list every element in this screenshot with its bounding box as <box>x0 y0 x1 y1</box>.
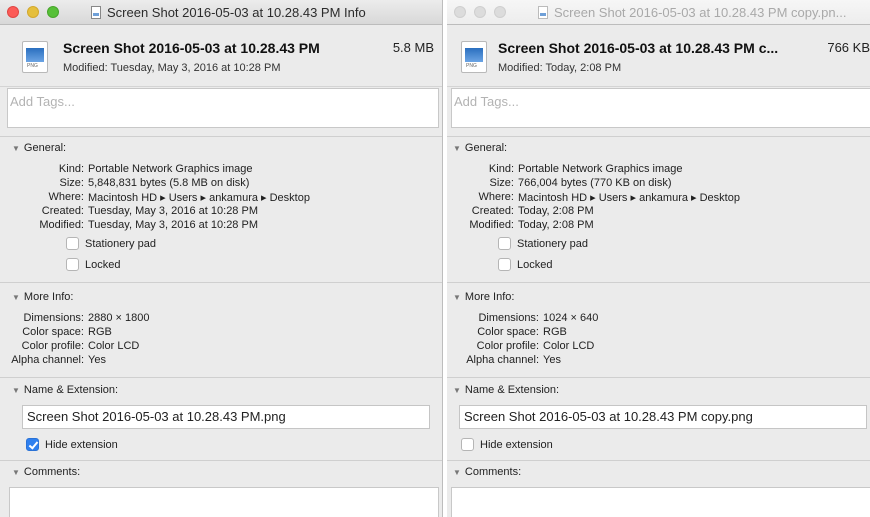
modified-value: Tuesday, May 3, 2016 at 10:28 PM <box>88 219 258 231</box>
general-disclosure[interactable]: ▼ General: <box>12 142 66 154</box>
comments-disclosure[interactable]: ▼ Comments: <box>12 466 80 478</box>
title-bar[interactable]: Screen Shot 2016-05-03 at 10.28.43 PM co… <box>447 0 870 25</box>
size-value: 766,004 bytes (770 KB on disk) <box>518 177 672 189</box>
more-info-section: ▼ More Info: Dimensions: 1024 × 640 Color… <box>447 282 870 377</box>
disclosure-triangle-icon: ▼ <box>12 386 20 395</box>
kind-label: Kind: <box>488 163 514 175</box>
modified-value: Today, 2:08 PM <box>518 219 594 231</box>
dimensions-label: Dimensions: <box>478 312 539 324</box>
zoom-button[interactable] <box>47 6 59 18</box>
tags-input[interactable]: Add Tags... <box>451 88 870 128</box>
hide-extension-checkbox[interactable]: Hide extension <box>26 438 118 451</box>
disclosure-triangle-icon: ▼ <box>453 468 461 477</box>
png-file-icon: PNG <box>461 41 487 73</box>
created-label: Created: <box>471 205 514 217</box>
more-info-section: ▼ More Info: Dimensions: 2880 × 1800 Colo… <box>0 282 442 377</box>
name-extension-field[interactable]: Screen Shot 2016-05-03 at 10.28.43 PM.pn… <box>22 405 430 429</box>
disclosure-triangle-icon: ▼ <box>453 386 461 395</box>
more-info-disclosure[interactable]: ▼ More Info: <box>12 291 73 303</box>
disclosure-triangle-icon: ▼ <box>12 293 20 302</box>
title-bar[interactable]: Screen Shot 2016-05-03 at 10.28.43 PM In… <box>0 0 442 25</box>
locked-checkbox[interactable]: Locked <box>498 258 552 271</box>
modified-date: Modified: Today, 2:08 PM <box>498 62 622 74</box>
modified-label: Modified: <box>39 219 84 231</box>
stationery-checkbox[interactable]: Stationery pad <box>66 237 156 250</box>
file-header: PNG Screen Shot 2016-05-03 at 10.28.43 P… <box>447 25 870 87</box>
alpha-channel-label: Alpha channel: <box>466 354 539 366</box>
minimize-button[interactable] <box>27 6 39 18</box>
color-space-value: RGB <box>543 326 567 338</box>
file-name: Screen Shot 2016-05-03 at 10.28.43 PM <box>63 40 320 56</box>
general-section: ▼ General: Kind: Portable Network Graphic… <box>0 136 442 282</box>
file-name: Screen Shot 2016-05-03 at 10.28.43 PM c.… <box>498 40 779 56</box>
where-value: Macintosh HD ▸ Users ▸ ankamura ▸ Deskto… <box>88 192 310 204</box>
disclosure-triangle-icon: ▼ <box>12 144 20 153</box>
document-icon <box>538 6 548 19</box>
close-button[interactable] <box>7 6 19 18</box>
minimize-button[interactable] <box>474 6 486 18</box>
color-profile-value: Color LCD <box>543 340 595 352</box>
where-value: Macintosh HD ▸ Users ▸ ankamura ▸ Deskto… <box>518 192 740 204</box>
close-button[interactable] <box>454 6 466 18</box>
kind-label: Kind: <box>58 163 84 175</box>
zoom-button[interactable] <box>494 6 506 18</box>
info-window-copy: Screen Shot 2016-05-03 at 10.28.43 PM co… <box>447 0 870 517</box>
created-value: Tuesday, May 3, 2016 at 10:28 PM <box>88 205 258 217</box>
file-size: 766 KB <box>827 40 870 55</box>
alpha-channel-label: Alpha channel: <box>11 354 84 366</box>
color-profile-label: Color profile: <box>476 340 539 352</box>
file-size: 5.8 MB <box>392 40 434 55</box>
comments-field[interactable] <box>9 487 439 517</box>
name-extension-field[interactable]: Screen Shot 2016-05-03 at 10.28.43 PM co… <box>459 405 867 429</box>
alpha-channel-value: Yes <box>88 354 106 366</box>
general-disclosure[interactable]: ▼ General: <box>453 142 507 154</box>
dimensions-label: Dimensions: <box>23 312 84 324</box>
size-label: Size: <box>489 177 514 189</box>
general-section: ▼ General: Kind: Portable Network Graphic… <box>447 136 870 282</box>
info-window-original: Screen Shot 2016-05-03 at 10.28.43 PM In… <box>0 0 443 517</box>
file-header: PNG Screen Shot 2016-05-03 at 10.28.43 P… <box>0 25 442 87</box>
window-title: Screen Shot 2016-05-03 at 10.28.43 PM co… <box>538 5 846 20</box>
modified-date: Modified: Tuesday, May 3, 2016 at 10:28 … <box>63 62 281 74</box>
created-label: Created: <box>41 205 84 217</box>
where-label: Where: <box>48 191 84 203</box>
comments-disclosure[interactable]: ▼ Comments: <box>453 466 521 478</box>
kind-value: Portable Network Graphics image <box>88 163 253 175</box>
dimensions-value: 2880 × 1800 <box>88 312 150 324</box>
disclosure-triangle-icon: ▼ <box>453 144 461 153</box>
kind-value: Portable Network Graphics image <box>518 163 683 175</box>
checkmark-icon[interactable] <box>26 438 39 451</box>
alpha-channel-value: Yes <box>543 354 561 366</box>
stationery-checkbox[interactable]: Stationery pad <box>498 237 588 250</box>
color-space-label: Color space: <box>477 326 539 338</box>
name-extension-disclosure[interactable]: ▼ Name & Extension: <box>453 384 559 396</box>
png-file-icon: PNG <box>22 41 48 73</box>
modified-label: Modified: <box>469 219 514 231</box>
dimensions-value: 1024 × 640 <box>543 312 599 324</box>
disclosure-triangle-icon: ▼ <box>453 293 461 302</box>
more-info-disclosure[interactable]: ▼ More Info: <box>453 291 514 303</box>
size-label: Size: <box>59 177 84 189</box>
tags-input[interactable]: Add Tags... <box>7 88 439 128</box>
window-title: Screen Shot 2016-05-03 at 10.28.43 PM In… <box>91 5 366 20</box>
disclosure-triangle-icon: ▼ <box>12 468 20 477</box>
created-value: Today, 2:08 PM <box>518 205 594 217</box>
hide-extension-checkbox[interactable]: Hide extension <box>461 438 553 451</box>
locked-checkbox[interactable]: Locked <box>66 258 120 271</box>
color-profile-value: Color LCD <box>88 340 140 352</box>
document-icon <box>91 6 101 19</box>
name-extension-disclosure[interactable]: ▼ Name & Extension: <box>12 384 118 396</box>
color-space-label: Color space: <box>22 326 84 338</box>
color-space-value: RGB <box>88 326 112 338</box>
size-value: 5,848,831 bytes (5.8 MB on disk) <box>88 177 250 189</box>
where-label: Where: <box>478 191 514 203</box>
color-profile-label: Color profile: <box>21 340 84 352</box>
comments-field[interactable] <box>451 487 870 517</box>
